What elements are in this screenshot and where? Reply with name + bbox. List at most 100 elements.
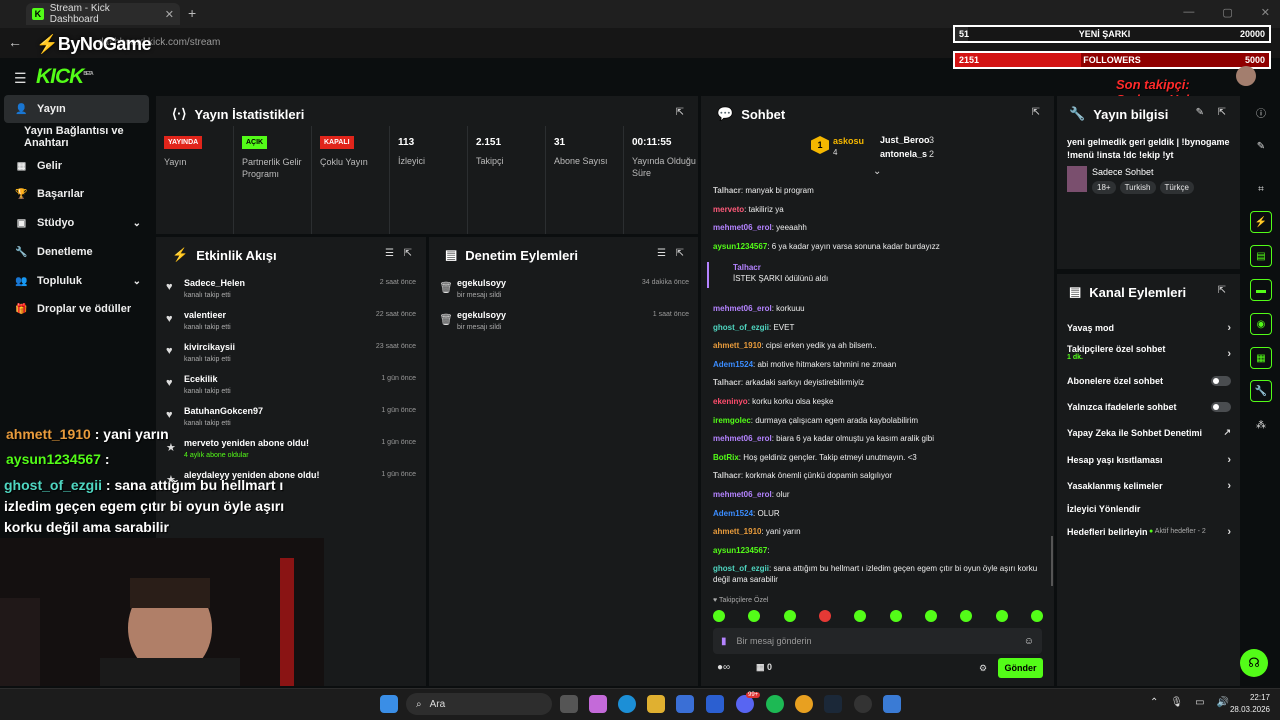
slow-mode-row[interactable]: Yavaş mod › (1067, 322, 1231, 334)
sidebar-item-studio[interactable]: ▣ Stüdyo ⌄ (4, 209, 149, 237)
help-headset-icon[interactable]: ☊ (1240, 649, 1268, 677)
expand-icon[interactable]: ⇱ (676, 107, 684, 118)
sidebar-item-drops[interactable]: 🎁 Droplar ve ödüller (4, 295, 149, 323)
ai-moderation-row[interactable]: Yapay Zeka ile Sohbet Denetimi ↗ (1067, 427, 1231, 438)
taskbar-search[interactable]: ⌕ Ara (406, 693, 552, 715)
new-tab-button[interactable]: + (188, 5, 196, 21)
emote-icon[interactable] (1030, 610, 1043, 622)
stat-partner: AÇIK Partnerlik Gelir Programı (234, 126, 312, 234)
webcam-feed (0, 538, 324, 686)
filter-icon[interactable]: ☰ (657, 248, 666, 259)
chevron-down-icon: ⌄ (132, 217, 141, 229)
emote-icon[interactable] (854, 610, 867, 622)
taskbar-clock[interactable]: 22:17 28.03.2026 (1228, 692, 1270, 716)
focus-icon[interactable]: ⌗ (1250, 178, 1272, 200)
minimize-button[interactable]: — (1183, 6, 1194, 19)
emote-icon[interactable] (960, 610, 973, 622)
sidebar-item-moderation[interactable]: 🔧 Denetleme (4, 238, 149, 266)
sidebar-item-income[interactable]: ▦ Gelir (4, 152, 149, 180)
expand-icon[interactable]: ⇱ (1218, 285, 1226, 296)
maximize-button[interactable]: ▢ (1222, 6, 1232, 19)
raid-row[interactable]: İzleyici Yönlendir (1067, 504, 1231, 514)
app-icon[interactable] (883, 695, 901, 713)
tag[interactable]: Türkçe (1159, 181, 1194, 194)
tag[interactable]: 18+ (1092, 181, 1116, 194)
emote-icon[interactable] (748, 610, 761, 622)
subscribers-only-row: Abonelere özel sohbet (1067, 376, 1231, 386)
emoji-icon[interactable]: ☺ (1024, 636, 1034, 647)
expand-icon[interactable]: ⇱ (1032, 107, 1040, 118)
expand-icon[interactable]: ⇱ (676, 248, 684, 259)
emote-icon[interactable] (889, 610, 902, 622)
mail-icon[interactable] (706, 695, 724, 713)
timeout-counter[interactable]: ▦ 0 (756, 662, 772, 673)
category-name[interactable]: Sadece Sohbet (1092, 167, 1154, 177)
sidebar-item-achievements[interactable]: 🏆 Başarılar (4, 180, 149, 208)
subscribers-only-toggle[interactable] (1211, 376, 1231, 386)
settings-gear-icon[interactable]: ⚙ (979, 663, 987, 674)
edit-icon[interactable]: ✎ (1250, 135, 1272, 157)
edge-icon[interactable] (618, 695, 636, 713)
emote-icon[interactable] (713, 610, 725, 622)
info-icon[interactable]: ⓘ (1250, 101, 1272, 123)
store-icon[interactable] (676, 695, 694, 713)
tab-close-icon[interactable]: ✕ (165, 8, 174, 21)
bolt-icon[interactable]: ⚡ (1250, 211, 1272, 233)
copilot-icon[interactable] (589, 695, 607, 713)
chat-bubble-icon[interactable]: ▬ (1250, 279, 1272, 301)
sidebar-item-stream-key[interactable]: Yayın Bağlantısı ve Anahtarı (4, 123, 149, 151)
system-tray[interactable]: ⌃ 🎙 ▭ 🔊 (1150, 697, 1229, 708)
chat-input[interactable]: ▮ Bir mesaj gönderin ☺ (713, 628, 1042, 654)
file-explorer-icon[interactable] (647, 695, 665, 713)
goals-row[interactable]: Hedefleri belirleyin ● Aktif hedefler - 2… (1067, 526, 1231, 538)
bynogame-logo: ⚡ByNoGame (36, 34, 151, 54)
community-icon: 👥 (15, 275, 28, 287)
obs-icon[interactable] (854, 695, 872, 713)
chrome-icon[interactable] (795, 695, 813, 713)
wrench-icon[interactable]: 🔧 (1250, 380, 1272, 402)
spotify-icon[interactable] (766, 695, 784, 713)
task-view-icon[interactable] (560, 695, 578, 713)
network-icon[interactable]: ▭ (1195, 697, 1204, 708)
emote-icon[interactable] (818, 610, 831, 622)
steam-icon[interactable] (824, 695, 842, 713)
browser-tab[interactable]: K Stream - Kick Dashboard ✕ (26, 3, 180, 25)
stream-stats-panel: ⟨·⟩ Yayın İstatistikleri ⇱ YAYINDA Yayın … (156, 96, 698, 234)
followers-only-row[interactable]: Takipçilere özel sohbet 1 dk. › (1067, 344, 1231, 361)
points-icon[interactable]: ●∞ (717, 662, 730, 673)
tray-chevron-icon[interactable]: ⌃ (1150, 697, 1158, 708)
heart-icon: ♥ (166, 377, 173, 389)
expand-icon[interactable]: ⇱ (1218, 107, 1226, 118)
user-icon: 👤 (15, 103, 28, 115)
expand-icon[interactable]: ⇱ (404, 248, 412, 259)
emote-icon[interactable] (783, 610, 796, 622)
back-arrow-icon[interactable]: ← (8, 34, 22, 50)
emote-icon[interactable] (924, 610, 937, 622)
broadcast-icon[interactable]: ◉ (1250, 313, 1272, 335)
more-icon[interactable]: ⁂ (1250, 414, 1272, 436)
moderation-panel: ▤ Denetim Eylemleri ☰ ⇱ 🗑 egekulsoyy bir me… (429, 237, 698, 686)
menu-icon[interactable]: ☰ (14, 70, 27, 87)
chat-panel: 💬 Sohbet ⇱ 1 askosu 4 Just_Beroo 3 antone… (701, 96, 1054, 686)
chevron-down-icon[interactable]: ⌄ (873, 166, 881, 177)
chat-scrollbar[interactable] (1051, 536, 1053, 586)
banned-words-row[interactable]: Yasaklanmış kelimeler › (1067, 480, 1231, 492)
document-icon[interactable]: ▤ (1250, 245, 1272, 267)
microphone-icon[interactable]: 🎙 (1170, 697, 1183, 708)
channel-icon[interactable]: ▦ (1250, 347, 1272, 369)
sidebar-item-stream[interactable]: 👤 Yayın (4, 95, 149, 123)
stat-label: Çoklu Yayın (320, 157, 368, 167)
tag[interactable]: Turkish (1119, 181, 1156, 194)
filter-icon[interactable]: ☰ (385, 248, 394, 259)
emote-icon[interactable] (995, 610, 1008, 622)
stat-value: 31 (554, 137, 566, 148)
account-age-row[interactable]: Hesap yaşı kısıtlaması › (1067, 454, 1231, 466)
kick-logo[interactable]: KICKBETA (36, 65, 94, 89)
edit-pencil-icon[interactable]: ✎ (1196, 107, 1204, 118)
chat-message: Talhacr: arkadaki sarkıyı deyistirebilir… (713, 378, 865, 387)
sidebar-item-community[interactable]: 👥 Topluluk ⌄ (4, 267, 149, 295)
emotes-only-toggle[interactable] (1211, 402, 1231, 412)
start-button-icon[interactable] (380, 695, 398, 713)
send-button[interactable]: Gönder (998, 658, 1043, 678)
close-window-button[interactable]: ✕ (1261, 6, 1270, 19)
